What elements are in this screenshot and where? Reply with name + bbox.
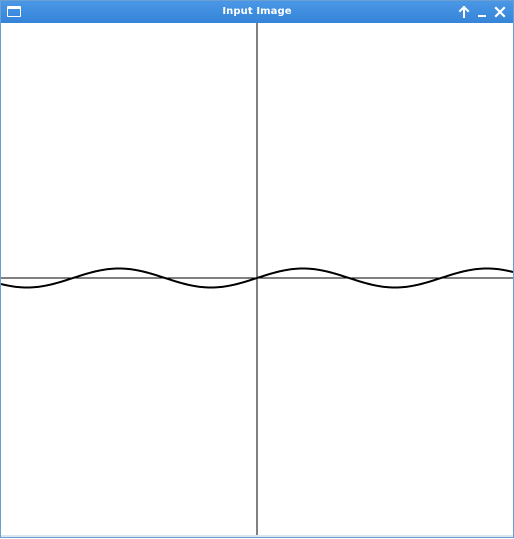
window-bottom-border: [1, 535, 513, 537]
minimize-icon: [478, 15, 486, 17]
up-arrow-icon: [458, 6, 470, 18]
plot-svg: [0, 23, 514, 535]
close-icon: [494, 6, 506, 18]
up-arrow-button[interactable]: [456, 4, 472, 20]
close-button[interactable]: [492, 4, 508, 20]
title-bar[interactable]: Input Image: [1, 1, 513, 23]
window-title: Input Image: [222, 6, 292, 17]
minimize-button[interactable]: [474, 4, 490, 20]
image-canvas[interactable]: [0, 23, 514, 535]
app-window: Input Image: [0, 0, 514, 538]
